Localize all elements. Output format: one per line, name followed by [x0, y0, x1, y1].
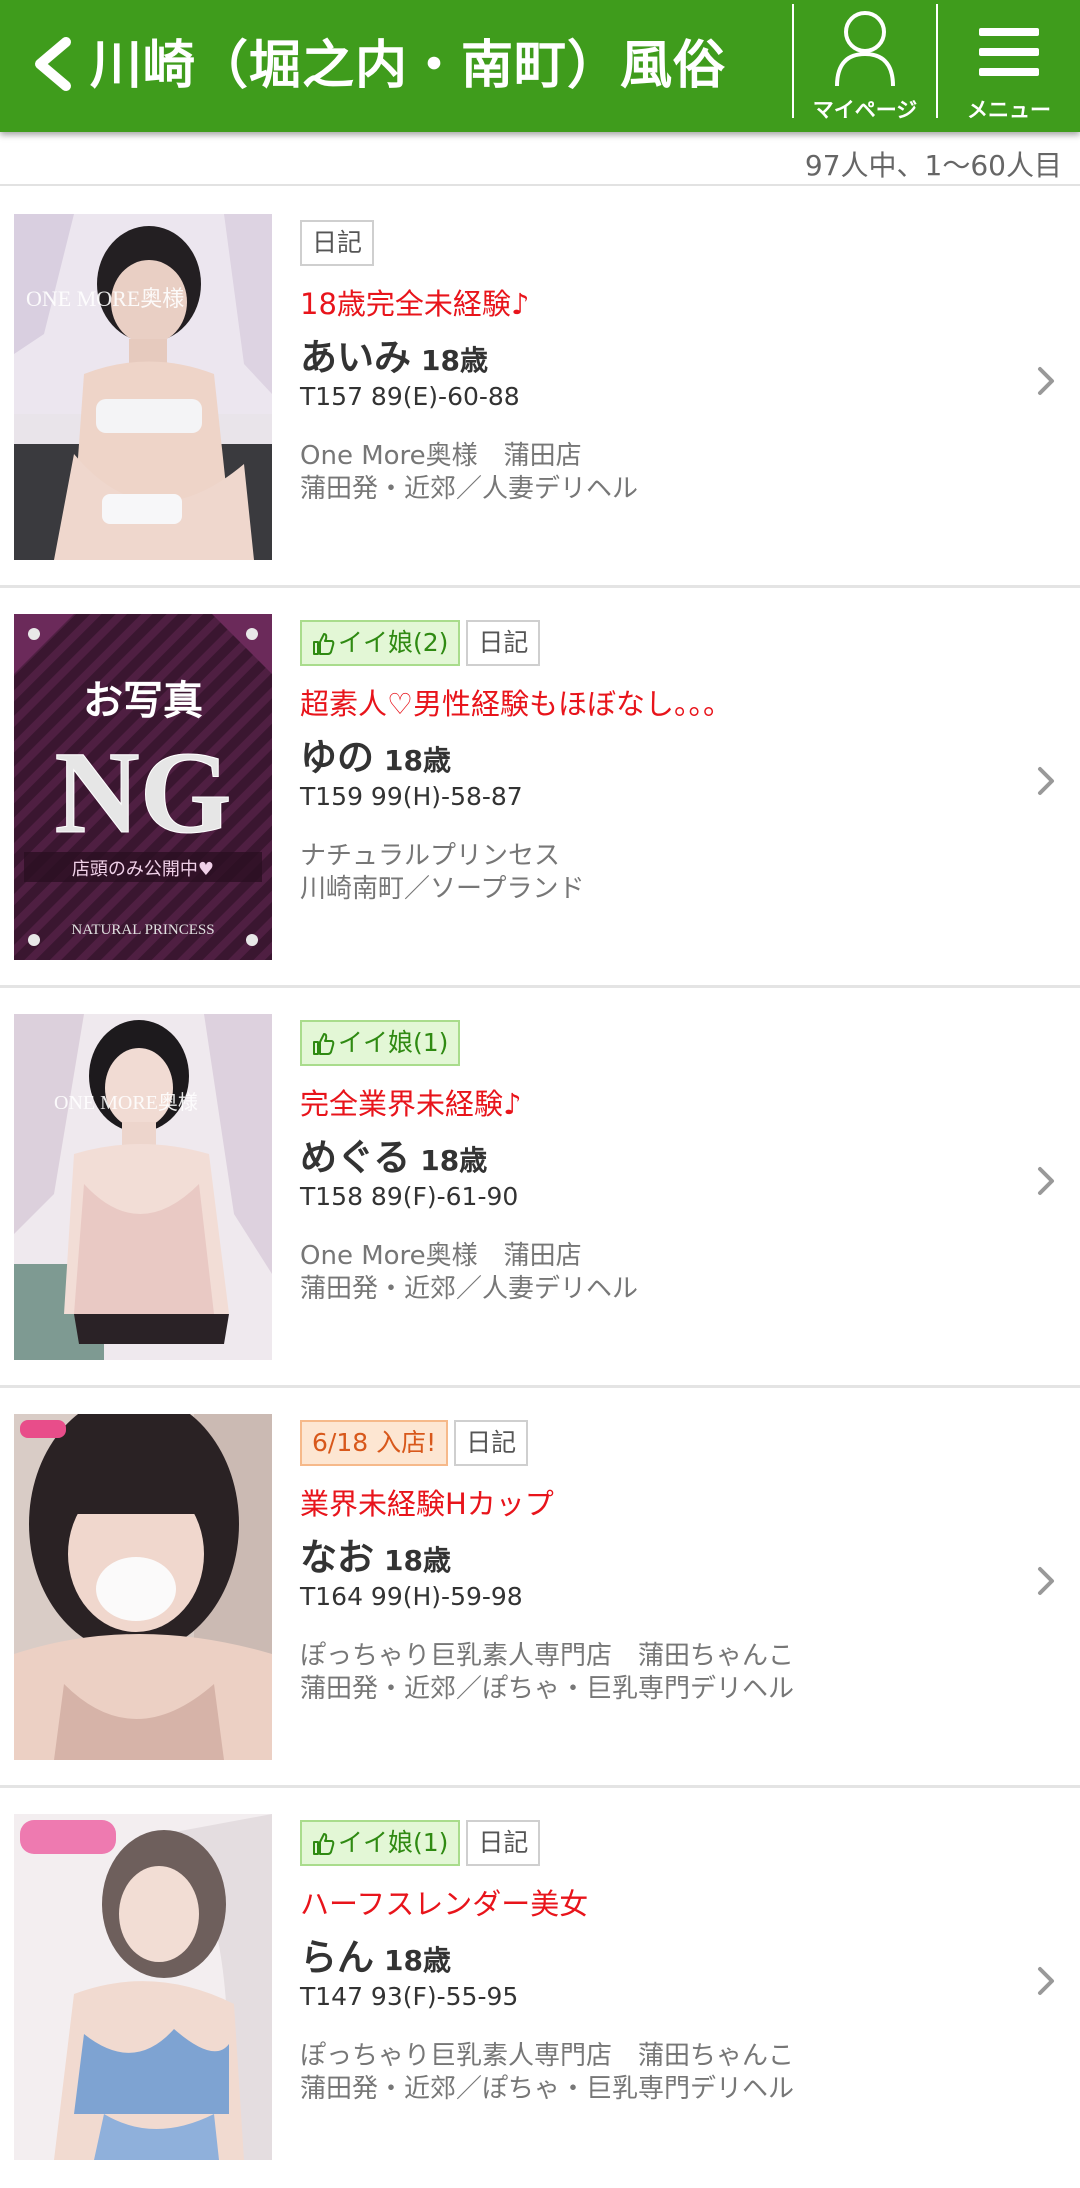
girl-list: ONE MORE奥様 日記 18歳完全未経験♪ あいみ 18歳 T157 89(E…	[0, 188, 1080, 2188]
shop-name: One More奥様 蒲田店	[300, 1241, 582, 1271]
back-button[interactable]	[26, 24, 86, 104]
new-entry-badge[interactable]: 6/18 入店!	[300, 1420, 449, 1466]
measurements: T159 99(H)-58-87	[300, 782, 523, 811]
chevron-right-icon	[1038, 1167, 1054, 1195]
thumb-ng: NG	[55, 727, 232, 858]
chevron-right-icon	[1038, 1967, 1054, 1995]
shop-area: 蒲田発・近郊／ぽちゃ・巨乳専門デリヘル	[300, 1674, 795, 1704]
girl-age: 18歳	[384, 744, 451, 777]
diary-badge[interactable]: 日記	[466, 620, 541, 666]
list-item[interactable]: お写真 NG 店頭のみ公開中♥ NATURAL PRINCESS イイ娘(2) …	[0, 588, 1080, 988]
shop-area: 蒲田発・近郊／ぽちゃ・巨乳専門デリヘル	[300, 2074, 795, 2104]
shop-area: 蒲田発・近郊／人妻デリヘル	[300, 1274, 639, 1304]
profile-photo[interactable]	[14, 1414, 272, 1760]
catch-copy: 超素人♡男性経験もほぼなし。。。	[300, 687, 732, 721]
list-item[interactable]: ONE MORE奥様 イイ娘(1) 完全業界未経験♪ めぐる 18歳 T158 8…	[0, 988, 1080, 1388]
thumb-shop: NATURAL PRINCESS	[71, 922, 214, 938]
item-info: イイ娘(1) 日記 ハーフスレンダー美女 らん 18歳 T147 93(F)-55…	[300, 1820, 1000, 2106]
name-line: なお 18歳	[300, 1536, 1000, 1580]
user-icon	[835, 11, 895, 87]
good-girl-label: イイ娘(1)	[338, 1028, 449, 1057]
catch-copy: 業界未経験Hカップ	[300, 1487, 554, 1521]
girl-age: 18歳	[420, 1144, 488, 1177]
profile-photo[interactable]: お写真 NG 店頭のみ公開中♥ NATURAL PRINCESS	[14, 614, 272, 960]
girl-age: 18歳	[421, 344, 488, 377]
girl-name: らん	[300, 1936, 374, 1979]
diary-badge[interactable]: 日記	[454, 1420, 529, 1466]
catch-copy: 完全業界未経験♪	[300, 1087, 522, 1121]
badge-row: イイ娘(1)	[300, 1020, 1000, 1068]
girl-age: 18歳	[384, 1944, 451, 1977]
shop-name: ナチュラルプリンセス	[300, 841, 561, 871]
diary-badge[interactable]: 日記	[300, 220, 375, 266]
shop-name: ぽっちゃり巨乳素人専門店 蒲田ちゃんこ	[300, 2041, 795, 2071]
item-info: 日記 18歳完全未経験♪ あいみ 18歳 T157 89(E)-60-88 One…	[300, 220, 1000, 506]
hamburger-icon	[979, 28, 1039, 76]
catch-copy: ハーフスレンダー美女	[300, 1887, 589, 1921]
item-info: 6/18 入店! 日記 業界未経験Hカップ なお 18歳 T164 99(H)-5…	[300, 1420, 1000, 1706]
catch-copy: 18歳完全未経験♪	[300, 287, 530, 321]
good-girl-badge[interactable]: イイ娘(1)	[300, 1020, 461, 1066]
menu-button[interactable]: メニュー	[938, 0, 1080, 122]
page-title: 川崎（堀之内・南町）風俗	[90, 36, 727, 96]
good-girl-badge[interactable]: イイ娘(2)	[300, 620, 461, 666]
name-line: らん 18歳	[300, 1936, 1000, 1980]
measurements: T147 93(F)-55-95	[300, 1982, 519, 2011]
shop-area: 蒲田発・近郊／人妻デリヘル	[300, 474, 639, 504]
chevron-right-icon	[1038, 1567, 1054, 1595]
item-info: イイ娘(1) 完全業界未経験♪ めぐる 18歳 T158 89(F)-61-90 …	[300, 1020, 1000, 1306]
app-header: 川崎（堀之内・南町）風俗 マイページ メニュー	[0, 0, 1080, 132]
result-count: 97人中、1〜60人目	[804, 149, 1062, 182]
measurements: T157 89(E)-60-88	[300, 382, 520, 411]
mypage-button[interactable]: マイページ	[794, 0, 936, 122]
list-item[interactable]: 6/18 入店! 日記 業界未経験Hカップ なお 18歳 T164 99(H)-5…	[0, 1388, 1080, 1788]
chevron-right-icon	[1038, 367, 1054, 395]
thumbs-up-icon	[313, 1833, 335, 1855]
badge-row: 6/18 入店! 日記	[300, 1420, 1000, 1468]
name-line: めぐる 18歳	[300, 1136, 1000, 1180]
chevron-right-icon	[1038, 767, 1054, 795]
badge-row: 日記	[300, 220, 1000, 268]
mypage-label: マイページ	[812, 98, 918, 122]
thumbs-up-icon	[313, 1033, 335, 1055]
thumb-caption: お写真	[83, 678, 203, 723]
menu-label: メニュー	[967, 98, 1051, 122]
thumb-logo: ONE MORE奥様	[54, 1091, 198, 1114]
shop-name: ぽっちゃり巨乳素人専門店 蒲田ちゃんこ	[300, 1641, 795, 1671]
result-count-bar: 97人中、1〜60人目	[0, 132, 1080, 186]
girl-name: ゆの	[300, 736, 374, 779]
badge-row: イイ娘(2) 日記	[300, 620, 1000, 668]
girl-age: 18歳	[384, 1544, 451, 1577]
girl-name: なお	[300, 1536, 374, 1579]
diary-badge[interactable]: 日記	[466, 1820, 541, 1866]
girl-name: あいみ	[300, 336, 411, 379]
chevron-left-icon	[35, 37, 71, 91]
item-info: イイ娘(2) 日記 超素人♡男性経験もほぼなし。。。 ゆの 18歳 T159 99…	[300, 620, 1000, 906]
shop-name: One More奥様 蒲田店	[300, 441, 582, 471]
list-item[interactable]: ONE MORE奥様 日記 18歳完全未経験♪ あいみ 18歳 T157 89(E…	[0, 188, 1080, 588]
profile-photo[interactable]	[14, 1814, 272, 2160]
badge-row: イイ娘(1) 日記	[300, 1820, 1000, 1868]
good-girl-label: イイ娘(2)	[338, 628, 449, 657]
name-line: あいみ 18歳	[300, 336, 1000, 380]
profile-photo[interactable]: ONE MORE奥様	[14, 1014, 272, 1360]
good-girl-badge[interactable]: イイ娘(1)	[300, 1820, 461, 1866]
thumbs-up-icon	[313, 633, 335, 655]
name-line: ゆの 18歳	[300, 736, 1000, 780]
good-girl-label: イイ娘(1)	[338, 1828, 449, 1857]
thumb-logo: ONE MORE奥様	[26, 286, 184, 311]
girl-name: めぐる	[300, 1136, 411, 1179]
measurements: T164 99(H)-59-98	[300, 1582, 523, 1611]
measurements: T158 89(F)-61-90	[300, 1182, 519, 1211]
profile-photo[interactable]: ONE MORE奥様	[14, 214, 272, 560]
list-item[interactable]: イイ娘(1) 日記 ハーフスレンダー美女 らん 18歳 T147 93(F)-55…	[0, 1788, 1080, 2188]
shop-area: 川崎南町／ソープランド	[300, 874, 585, 904]
thumb-note: 店頭のみ公開中♥	[72, 859, 214, 880]
